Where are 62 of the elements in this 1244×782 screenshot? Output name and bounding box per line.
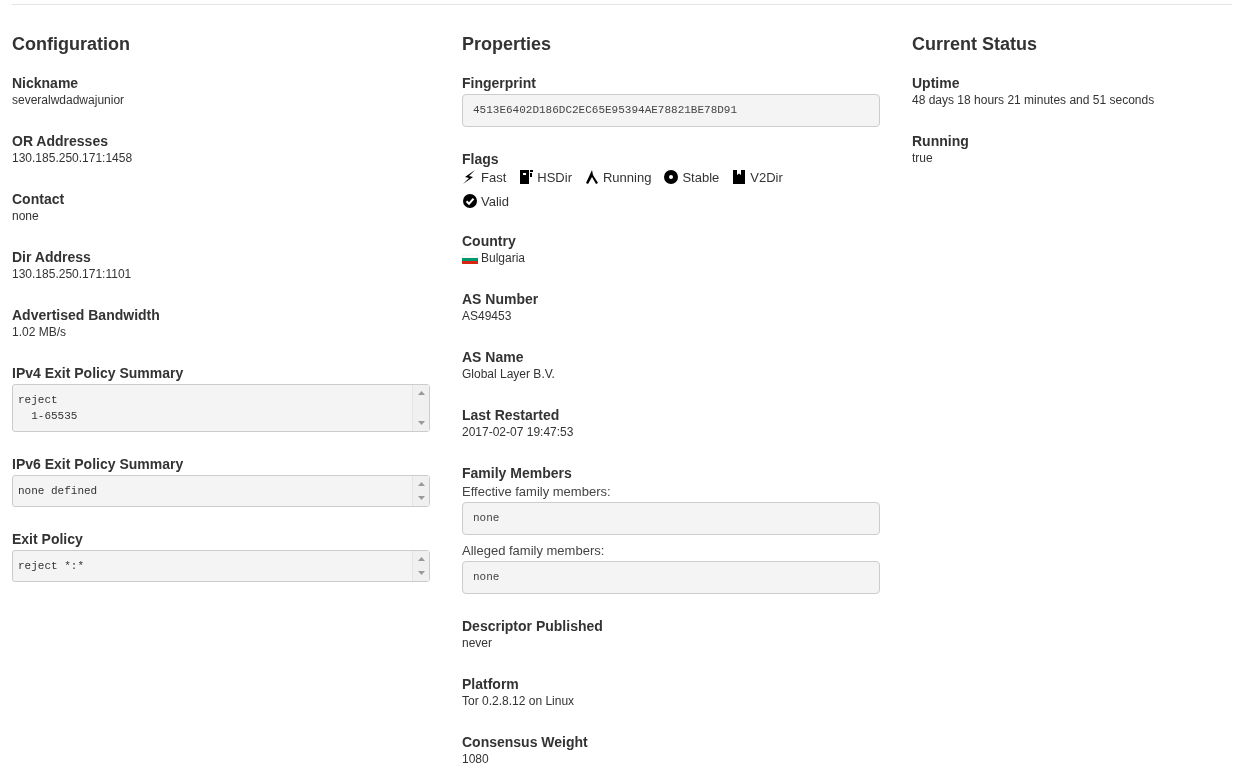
field-value: 130.185.250.171:1458 xyxy=(12,150,133,167)
flag-label: Valid xyxy=(481,193,509,209)
field-value: Tor 0.2.8.12 on Linux xyxy=(462,693,575,710)
field-label: AS Name xyxy=(462,349,524,366)
field-label: Flags xyxy=(462,151,499,168)
section-heading: Configuration xyxy=(12,33,131,55)
field-label: Country xyxy=(462,233,516,250)
scroll-up-icon[interactable] xyxy=(417,482,425,486)
field-value: 130.185.250.171:1101 xyxy=(12,266,132,283)
field-label: AS Number xyxy=(462,291,539,308)
field-label: Uptime xyxy=(912,75,960,92)
field-value: Global Layer B.V. xyxy=(462,366,555,383)
field-label: Family Members xyxy=(462,465,572,482)
field-label: Descriptor Published xyxy=(462,618,603,635)
field-value: severalwdadwajunior xyxy=(12,92,125,109)
scroll-down-icon[interactable] xyxy=(417,496,425,500)
field-label: Consensus Weight xyxy=(462,734,588,751)
field-label: Platform xyxy=(462,676,519,693)
field-label: OR Addresses xyxy=(12,133,108,150)
field-value: 48 days 18 hours 21 minutes and 51 seconds xyxy=(912,92,1155,109)
policy-textarea[interactable]: reject *:* xyxy=(12,550,430,582)
policy-textarea[interactable]: none defined xyxy=(12,475,430,507)
bookmark-icon xyxy=(731,169,748,185)
field-value: 1080 xyxy=(462,751,489,768)
field-label: Dir Address xyxy=(12,249,91,266)
scroll-down-icon[interactable] xyxy=(417,571,425,575)
book-icon xyxy=(518,169,535,185)
scroll-up-icon[interactable] xyxy=(417,557,425,561)
field-caption: Alleged family members: xyxy=(462,542,605,559)
field-label: IPv4 Exit Policy Summary xyxy=(12,365,184,382)
field-label: Fingerprint xyxy=(462,75,536,92)
field-label: Contact xyxy=(12,191,65,208)
flag-label: V2Dir xyxy=(750,169,783,185)
scroll-down-icon[interactable] xyxy=(417,421,425,425)
field-label: Exit Policy xyxy=(12,531,83,548)
field-caption: Effective family members: xyxy=(462,483,611,500)
field-value: 2017-02-07 19:47:53 xyxy=(462,424,574,441)
field-label: Last Restarted xyxy=(462,407,560,424)
field-value: 1.02 MB/s xyxy=(12,324,67,341)
field-value: AS49453 xyxy=(462,308,512,325)
scroll-up-icon[interactable] xyxy=(417,391,425,395)
bulgaria-flag-icon xyxy=(462,253,478,264)
check-circle-icon xyxy=(462,193,478,209)
field-value: Bulgaria xyxy=(481,250,526,267)
field-label: IPv6 Exit Policy Summary xyxy=(12,456,184,473)
family-field[interactable]: none xyxy=(462,561,880,594)
flag-label: Running xyxy=(602,169,652,185)
field-value: never xyxy=(462,635,493,652)
flag-label: Stable xyxy=(682,169,720,185)
family-field[interactable]: none xyxy=(462,502,880,535)
flag-label: Fast xyxy=(481,169,507,185)
field-label: Running xyxy=(912,133,969,150)
field-label: Nickname xyxy=(12,75,79,92)
fingerprint-field[interactable]: 4513E6402D186DC2EC65E95394AE78821BE78D91 xyxy=(462,94,880,127)
section-heading: Current Status xyxy=(912,33,1038,55)
field-value: none xyxy=(12,208,39,225)
section-heading: Properties xyxy=(462,33,553,55)
disc-icon xyxy=(663,169,680,185)
field-label: Advertised Bandwidth xyxy=(12,307,160,324)
policy-textarea[interactable]: reject 1-65535 xyxy=(12,384,430,432)
flag-label: HSDir xyxy=(537,169,572,185)
field-value: true xyxy=(912,150,933,167)
